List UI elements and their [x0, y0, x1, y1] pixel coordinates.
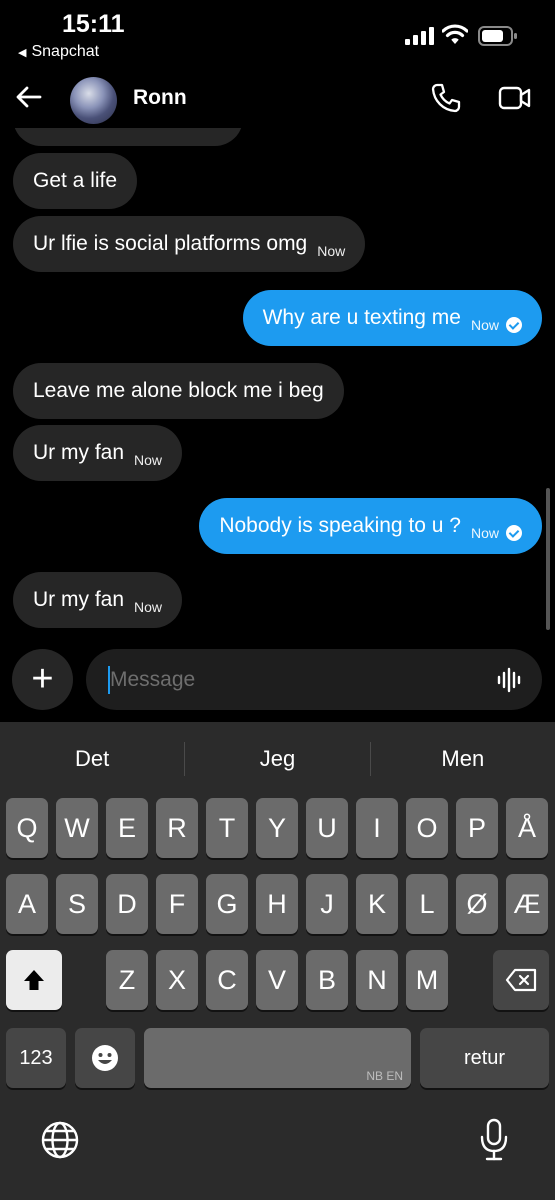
- keyboard: Det Jeg Men QWERTYUIOPÅ ASDFGHJKLØÆ ZXCV…: [0, 722, 555, 1200]
- globe-icon[interactable]: [40, 1120, 80, 1160]
- message-bubble[interactable]: Get a life: [13, 153, 138, 209]
- back-triangle-icon: ◀: [18, 46, 27, 59]
- suggestion-item[interactable]: Jeg: [185, 738, 369, 782]
- key-m[interactable]: M: [406, 950, 448, 1010]
- key-å[interactable]: Å: [506, 798, 548, 858]
- suggestion-bar: Det Jeg Men: [0, 738, 555, 782]
- voice-waveform-icon[interactable]: [496, 666, 524, 694]
- space-key[interactable]: NB EN: [144, 1028, 411, 1088]
- backspace-icon: [505, 968, 537, 992]
- key-x[interactable]: X: [156, 950, 198, 1010]
- message-bubble[interactable]: Nobody is speaking to u ? Now: [199, 498, 542, 554]
- key-z[interactable]: Z: [106, 950, 148, 1010]
- message-text: Ur my fan: [33, 588, 125, 611]
- emoji-icon: [92, 1045, 118, 1071]
- suggestion-item[interactable]: Det: [0, 738, 184, 782]
- microphone-icon[interactable]: [479, 1118, 509, 1162]
- return-key[interactable]: retur: [420, 1028, 549, 1088]
- key-s[interactable]: S: [56, 874, 98, 934]
- message-time: Now: [134, 452, 163, 468]
- status-bar: 15:11 ◀ Snapchat: [0, 0, 555, 70]
- message-time: Now: [317, 243, 346, 259]
- key-q[interactable]: Q: [6, 798, 48, 858]
- message-text: Leave me alone block me i beg: [33, 379, 324, 402]
- key-i[interactable]: I: [356, 798, 398, 858]
- avatar[interactable]: [70, 77, 117, 124]
- message-text: Get a life: [33, 169, 118, 192]
- message-time: Now: [134, 599, 163, 615]
- shift-key[interactable]: [6, 950, 62, 1010]
- message-bubble[interactable]: Ur my fan Now: [13, 572, 183, 628]
- message-bubble[interactable]: Why are u texting me Now: [242, 290, 542, 346]
- key-d[interactable]: D: [106, 874, 148, 934]
- message-bubble[interactable]: Ur my fan Now: [13, 425, 183, 481]
- key-n[interactable]: N: [356, 950, 398, 1010]
- backspace-key[interactable]: [493, 950, 549, 1010]
- key-b[interactable]: B: [306, 950, 348, 1010]
- key-g[interactable]: G: [206, 874, 248, 934]
- message-bubble[interactable]: Ur lfie is social platforms omg Now: [13, 216, 366, 272]
- key-a[interactable]: A: [6, 874, 48, 934]
- message-bubble[interactable]: Leave me alone block me i beg: [13, 363, 344, 419]
- read-check-icon: [506, 317, 522, 333]
- key-w[interactable]: W: [56, 798, 98, 858]
- key-u[interactable]: U: [306, 798, 348, 858]
- message-input[interactable]: Message: [86, 649, 542, 710]
- plus-icon: +: [31, 658, 54, 700]
- message-bubble-partial: [13, 128, 243, 146]
- key-ø[interactable]: Ø: [456, 874, 498, 934]
- key-c[interactable]: C: [206, 950, 248, 1010]
- key-l[interactable]: L: [406, 874, 448, 934]
- key-k[interactable]: K: [356, 874, 398, 934]
- status-time: 15:11: [62, 10, 125, 38]
- message-text: Nobody is speaking to u ?: [219, 514, 461, 537]
- read-check-icon: [506, 525, 522, 541]
- scrollbar[interactable]: [546, 488, 550, 630]
- wifi-icon: [442, 24, 468, 44]
- message-time: Now: [470, 317, 499, 333]
- key-f[interactable]: F: [156, 874, 198, 934]
- key-t[interactable]: T: [206, 798, 248, 858]
- key-p[interactable]: P: [456, 798, 498, 858]
- chat-header: Ronn: [0, 72, 555, 128]
- back-arrow-icon[interactable]: [14, 82, 44, 112]
- message-time: Now: [470, 525, 499, 541]
- message-list[interactable]: Get a life Ur lfie is social platforms o…: [0, 128, 555, 640]
- battery-icon: [478, 26, 517, 46]
- shift-arrow-icon: [24, 970, 44, 990]
- suggestion-item[interactable]: Men: [371, 738, 555, 782]
- key-o[interactable]: O: [406, 798, 448, 858]
- key-y[interactable]: Y: [256, 798, 298, 858]
- space-language-label: NB EN: [366, 1069, 403, 1083]
- key-h[interactable]: H: [256, 874, 298, 934]
- key-æ[interactable]: Æ: [506, 874, 548, 934]
- message-text: Ur my fan: [33, 441, 125, 464]
- contact-name[interactable]: Ronn: [133, 86, 187, 110]
- back-to-app-link[interactable]: ◀ Snapchat: [18, 43, 99, 61]
- key-e[interactable]: E: [106, 798, 148, 858]
- cellular-signal-icon: [405, 27, 434, 45]
- key-v[interactable]: V: [256, 950, 298, 1010]
- message-text: Why are u texting me: [262, 306, 461, 329]
- video-camera-icon[interactable]: [498, 84, 532, 112]
- back-app-label: Snapchat: [31, 43, 100, 60]
- phone-icon[interactable]: [430, 82, 462, 114]
- message-placeholder: Message: [110, 668, 196, 691]
- add-attachment-button[interactable]: +: [12, 649, 73, 710]
- key-r[interactable]: R: [156, 798, 198, 858]
- numbers-key[interactable]: 123: [6, 1028, 66, 1088]
- key-j[interactable]: J: [306, 874, 348, 934]
- emoji-key[interactable]: [75, 1028, 135, 1088]
- message-text: Ur lfie is social platforms omg: [33, 232, 308, 255]
